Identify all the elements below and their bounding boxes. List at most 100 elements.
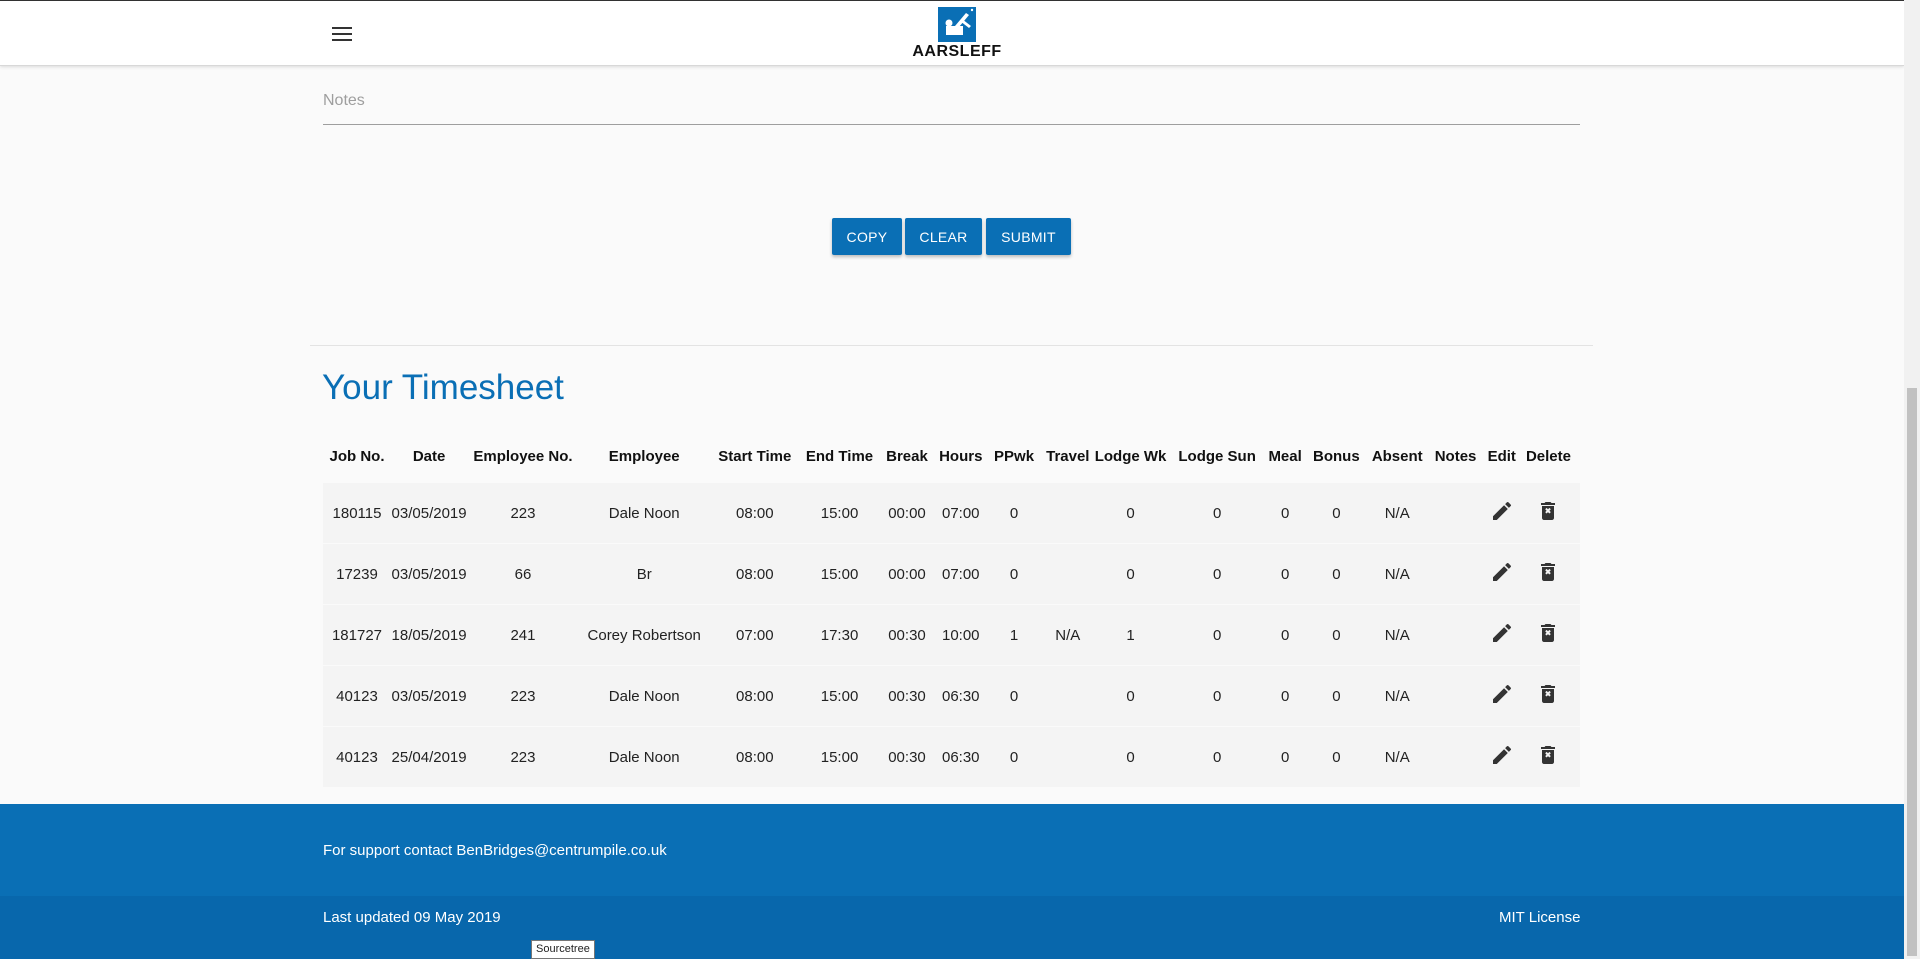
column-header[interactable]: PPwk — [987, 441, 1042, 483]
table-cell: Corey Robertson — [578, 604, 710, 666]
table-cell: 15:00 — [799, 543, 880, 605]
column-header[interactable]: Lodge Sun — [1167, 441, 1267, 483]
trash-icon[interactable] — [1536, 560, 1560, 584]
table-cell: 00:30 — [879, 604, 935, 666]
column-header[interactable]: Lodge Wk — [1094, 441, 1167, 483]
pencil-icon[interactable] — [1490, 499, 1514, 523]
column-header[interactable]: Employee — [579, 441, 710, 483]
table-cell: 06:30 — [934, 726, 987, 788]
column-header[interactable]: Absent — [1370, 441, 1425, 483]
column-header[interactable]: Date — [391, 441, 467, 483]
table-cell — [1424, 604, 1487, 666]
table-cell: 0 — [1094, 543, 1167, 605]
scrollbar-thumb[interactable] — [1907, 388, 1917, 956]
pencil-icon[interactable] — [1490, 621, 1514, 645]
pencil-icon[interactable] — [1490, 743, 1514, 767]
column-header: Delete — [1525, 447, 1571, 465]
table-cell: 25/04/2019 — [390, 726, 468, 788]
table-cell: 00:30 — [879, 665, 935, 727]
table-cell — [1041, 543, 1095, 605]
table-cell: 40123 — [323, 665, 391, 727]
delete-cell — [1516, 604, 1580, 666]
table-cell: 07:00 — [934, 483, 987, 544]
table-cell: 223 — [467, 665, 579, 727]
table-cell: 0 — [1302, 483, 1370, 544]
table-cell: 241 — [467, 604, 579, 666]
table-cell: 0 — [1166, 543, 1268, 605]
table-cell: 0 — [986, 726, 1042, 788]
table-cell: 08:00 — [709, 726, 800, 788]
column-header[interactable]: Notes — [1425, 441, 1487, 483]
table-cell: 0 — [1094, 726, 1167, 788]
table-cell: 00:00 — [879, 543, 935, 605]
table-cell: 0 — [1267, 543, 1303, 605]
section-divider — [310, 345, 1593, 346]
edit-cell — [1486, 665, 1517, 727]
column-header: Edit — [1487, 447, 1516, 465]
table-cell: 0 — [986, 543, 1042, 605]
trash-icon[interactable] — [1536, 621, 1560, 645]
table-cell: 08:00 — [709, 483, 800, 544]
table-cell: 0 — [1166, 665, 1268, 727]
table-cell — [1424, 665, 1487, 727]
table-cell: N/A — [1369, 604, 1425, 666]
pencil-icon[interactable] — [1490, 682, 1514, 706]
table-row: 40123 25/04/2019 223 Dale Noon 08:00 15:00 00:… — [323, 726, 1580, 788]
license-link[interactable]: MIT License — [1499, 909, 1580, 926]
table-cell: 0 — [1166, 604, 1268, 666]
table-cell: 223 — [467, 483, 579, 544]
column-header[interactable]: Meal — [1267, 441, 1303, 483]
column-header[interactable]: Travel — [1041, 441, 1094, 483]
table-cell: 15:00 — [799, 665, 880, 727]
table-cell: Br — [578, 543, 710, 605]
hamburger-menu-icon[interactable] — [324, 21, 360, 49]
table-row: 180115 03/05/2019 223 Dale Noon 08:00 15:00 00… — [323, 483, 1580, 544]
table-header-row: Job No. Date Employee No. Employee Start… — [323, 441, 1580, 483]
table-cell: 0 — [1166, 483, 1268, 544]
edit-cell — [1486, 604, 1517, 666]
table-cell — [1424, 726, 1487, 788]
column-header[interactable]: Job No. — [323, 441, 391, 483]
table-cell: 08:00 — [709, 543, 800, 605]
table-cell: 180115 — [323, 483, 391, 544]
column-header[interactable]: Hours — [935, 441, 987, 483]
table-cell: 10:00 — [934, 604, 987, 666]
pencil-icon[interactable] — [1490, 560, 1514, 584]
logo-mark-icon — [938, 7, 976, 42]
delete-cell — [1516, 665, 1580, 727]
trash-icon[interactable] — [1536, 682, 1560, 706]
column-header[interactable]: Bonus — [1303, 441, 1370, 483]
table-cell: 0 — [986, 483, 1042, 544]
aarsleff-logo[interactable]: AARSLEFF — [905, 7, 1009, 63]
trash-icon[interactable] — [1536, 743, 1560, 767]
table-cell: 17:30 — [799, 604, 880, 666]
table-cell: 03/05/2019 — [390, 543, 468, 605]
page-title: Your Timesheet — [322, 368, 564, 407]
table-cell: 0 — [1302, 726, 1370, 788]
column-header[interactable]: Employee No. — [467, 441, 579, 483]
notes-field[interactable] — [323, 86, 1580, 125]
copy-button[interactable]: COPY — [832, 218, 902, 255]
column-header[interactable]: Break — [879, 441, 935, 483]
column-header[interactable]: Start Time — [710, 441, 800, 483]
table-cell: 17239 — [323, 543, 391, 605]
table-cell: 1 — [986, 604, 1042, 666]
edit-cell — [1486, 726, 1517, 788]
clear-button[interactable]: CLEAR — [905, 218, 982, 255]
table-cell: 0 — [1166, 726, 1268, 788]
table-cell: 07:00 — [934, 543, 987, 605]
notes-input[interactable] — [323, 86, 1580, 110]
column-header[interactable]: End Time — [800, 441, 879, 483]
table-cell: 0 — [1267, 665, 1303, 727]
submit-button[interactable]: SUBMIT — [986, 218, 1071, 255]
table-cell: 40123 — [323, 726, 391, 788]
support-contact-text: For support contact BenBridges@centrumpi… — [323, 842, 667, 859]
table-cell: 0 — [1267, 483, 1303, 544]
vertical-scrollbar[interactable] — [1904, 0, 1920, 959]
table-cell: 0 — [986, 665, 1042, 727]
edit-cell — [1486, 483, 1517, 544]
trash-icon[interactable] — [1536, 499, 1560, 523]
table-cell: 06:30 — [934, 665, 987, 727]
timesheet-table: Job No. Date Employee No. Employee Start… — [323, 441, 1580, 788]
table-cell: 00:00 — [879, 483, 935, 544]
